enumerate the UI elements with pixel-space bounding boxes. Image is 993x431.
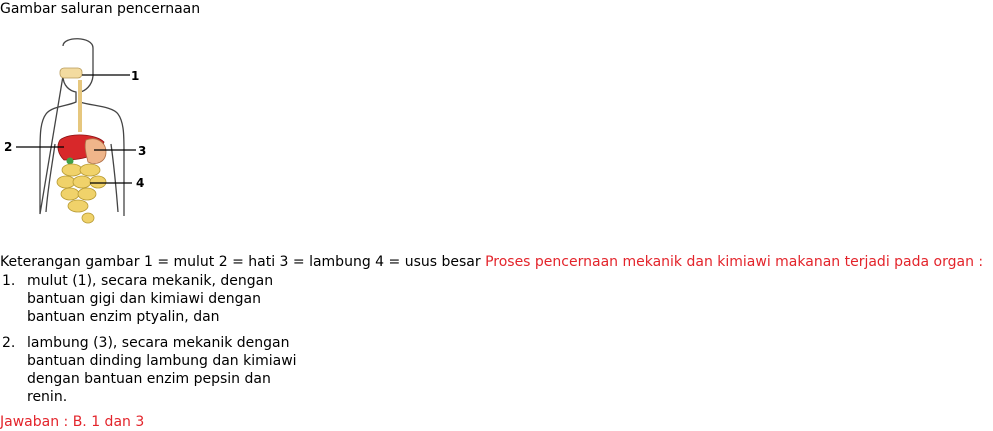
list-item-number: 1. bbox=[2, 273, 16, 289]
mouth-region bbox=[59, 67, 83, 79]
callout-label-4: 4 bbox=[136, 176, 144, 190]
list-item-text: mulut (1), secara mekanik, dengan bantua… bbox=[27, 273, 274, 325]
answer-options-list: 1. mulut (1), secara mekanik, dengan ban… bbox=[0, 272, 320, 414]
intestines bbox=[56, 163, 107, 224]
page-title: Gambar saluran pencernaan bbox=[0, 1, 201, 17]
list-item: 2. lambung (3), secara mekanik dengan ba… bbox=[0, 334, 320, 406]
figure-legend-text: Keterangan gambar 1 = mulut 2 = hati 3 =… bbox=[0, 254, 486, 270]
list-item: 1. mulut (1), secara mekanik, dengan ban… bbox=[0, 272, 320, 326]
gallbladder bbox=[66, 157, 74, 165]
list-item-number: 2. bbox=[2, 335, 16, 351]
digestive-system-diagram: 1 2 3 4 bbox=[4, 38, 146, 224]
explanation-paragraph: Keterangan gambar 1 = mulut 2 = hati 3 =… bbox=[0, 253, 983, 271]
callout-label-1: 1 bbox=[131, 69, 139, 83]
answer-text: Jawaban : B. 1 dan 3 bbox=[0, 414, 145, 430]
list-item-text: lambung (3), secara mekanik dengan bantu… bbox=[27, 335, 297, 405]
callout-label-3: 3 bbox=[138, 144, 146, 158]
question-text: Proses pencernaan mekanik dan kimiawi ma… bbox=[485, 254, 984, 270]
callout-label-2: 2 bbox=[4, 140, 12, 154]
